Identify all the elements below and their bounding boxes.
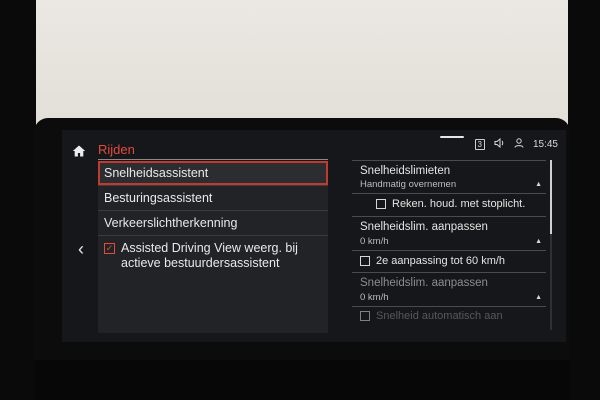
status-bar: 3 15:45	[474, 137, 558, 151]
divider	[352, 272, 546, 273]
chevron-left-icon[interactable]: ‹	[78, 240, 84, 258]
infotainment-screen: 3 15:45 Rijden ‹ Snelheidsassistent Best…	[62, 130, 566, 342]
menu-item-besturingsassistent[interactable]: Besturingsassistent	[98, 186, 328, 211]
checkbox[interactable]	[360, 256, 370, 266]
settings-menu: Snelheidsassistent Besturingsassistent V…	[98, 161, 328, 333]
page-title: Rijden	[98, 142, 135, 157]
speed-limits-title: Snelheidslimieten	[360, 165, 451, 177]
caret-icon: ▲	[535, 238, 542, 245]
frame-left	[0, 0, 36, 400]
stoplight-option[interactable]: Reken. houd. met stoplicht.	[376, 198, 525, 210]
speed-limits-value: Handmatig overnemen	[360, 179, 457, 190]
assisted-driving-label: Assisted Driving View weerg. bij actieve…	[121, 241, 298, 271]
user-icon[interactable]	[514, 138, 524, 151]
caret-icon: ▲	[535, 294, 542, 301]
notification-badge[interactable]: 3	[474, 139, 485, 150]
divider	[352, 193, 546, 194]
second-adjust-label: 2e aanpassing tot 60 km/h	[376, 255, 506, 267]
menu-item-snelheidsassistent[interactable]: Snelheidsassistent	[98, 161, 328, 186]
speed-adjust-title: Snelheidslim. aanpassen	[360, 221, 488, 233]
checkbox[interactable]	[360, 311, 370, 321]
menu-item-assisted-driving-view[interactable]: ✓ Assisted Driving View weerg. bij actie…	[98, 236, 328, 285]
assisted-driving-label-line1: Assisted Driving View weerg. bij	[121, 241, 298, 255]
speed-adjust-title: Snelheidslim. aanpassen	[360, 277, 488, 289]
second-adjust-option[interactable]: 2e aanpassing tot 60 km/h	[360, 255, 505, 267]
divider	[352, 250, 546, 251]
menu-item-label: Verkeerslichtherkenning	[104, 216, 238, 230]
dashboard-trim	[34, 360, 570, 400]
status-indicator-line	[440, 136, 464, 138]
background-wall	[0, 0, 600, 130]
menu-item-label: Snelheidsassistent	[104, 166, 209, 180]
header-divider	[98, 159, 328, 160]
home-icon[interactable]	[72, 144, 86, 162]
clock: 15:45	[532, 139, 558, 150]
scrollbar-thumb[interactable]	[550, 160, 552, 234]
detail-panel: Snelheidslimieten Handmatig overnemen ▲ …	[352, 160, 556, 342]
menu-item-verkeerslichtherkenning[interactable]: Verkeerslichtherkenning	[98, 211, 328, 236]
stoplight-label: Reken. houd. met stoplicht.	[392, 198, 526, 210]
assisted-driving-label-line2: actieve bestuurdersassistent	[121, 256, 280, 270]
volume-icon[interactable]	[494, 137, 505, 151]
speed-adjust-value: 0 km/h	[360, 292, 389, 303]
caret-icon: ▲	[535, 181, 542, 188]
auto-speed-label: Snelheid automatisch aan	[376, 310, 503, 322]
frame-right	[568, 0, 600, 400]
divider	[352, 306, 546, 307]
divider	[352, 216, 546, 217]
check-icon[interactable]: ✓	[104, 243, 115, 254]
speed-adjust-value: 0 km/h	[360, 236, 389, 247]
divider	[352, 160, 546, 161]
auto-speed-option[interactable]: Snelheid automatisch aan	[360, 310, 503, 322]
checkbox[interactable]	[376, 199, 386, 209]
menu-item-label: Besturingsassistent	[104, 191, 213, 205]
